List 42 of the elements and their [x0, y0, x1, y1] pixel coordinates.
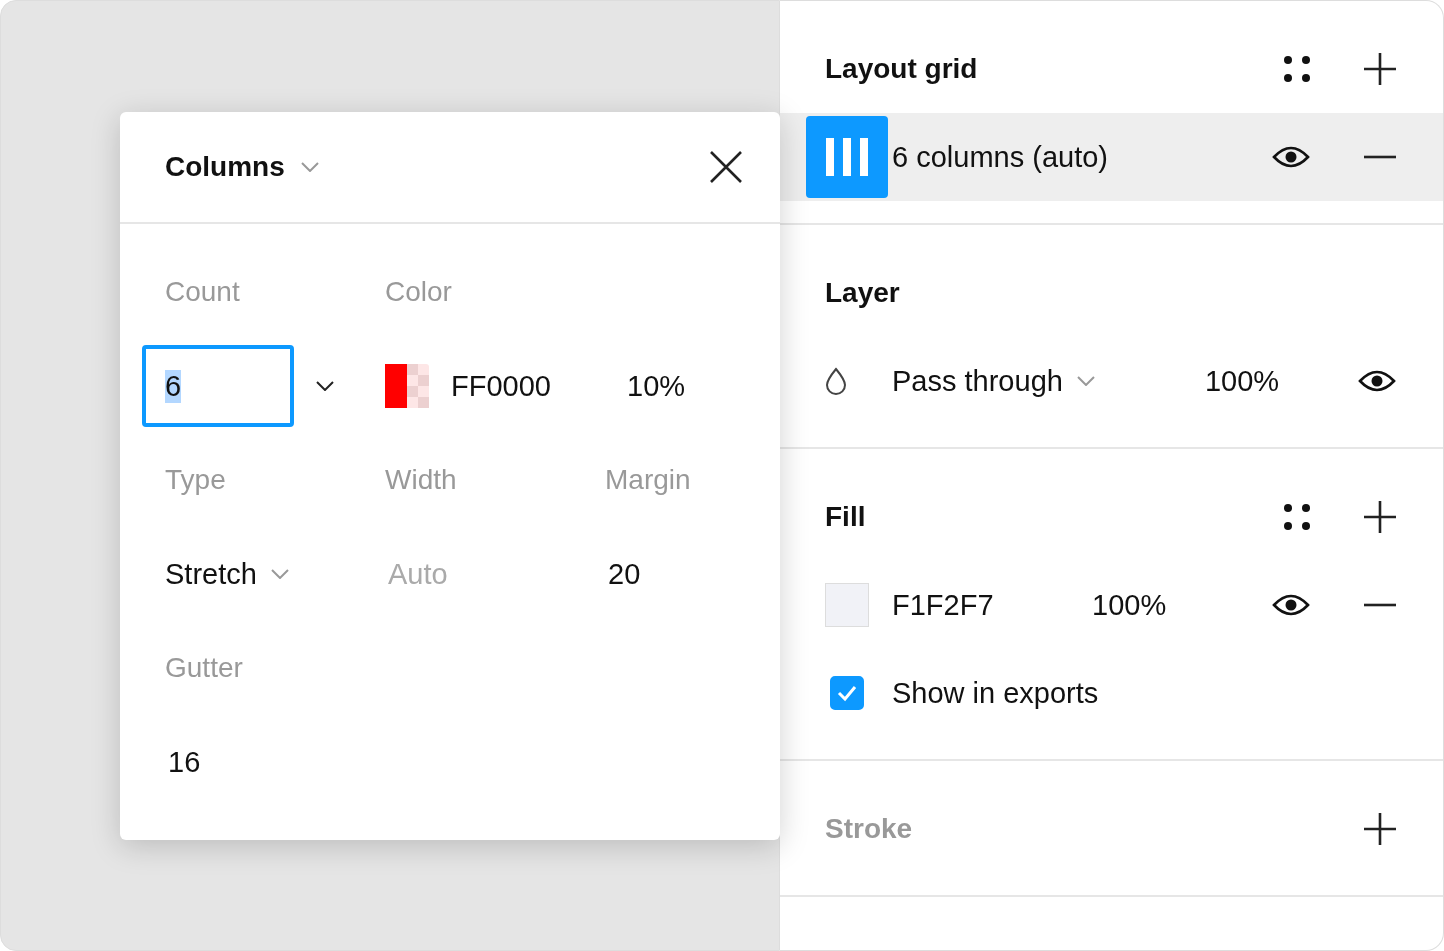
layout-grid-item[interactable]: 6 columns (auto) — [780, 113, 1443, 201]
count-field[interactable]: 6 — [142, 345, 294, 427]
field-label: Count — [165, 276, 241, 308]
type-dropdown[interactable]: Stretch — [165, 557, 289, 591]
opacity-value[interactable]: 100% — [1204, 364, 1280, 398]
section-title: Layer — [825, 277, 900, 309]
section-title: Layout grid — [825, 53, 978, 85]
drop-icon — [825, 367, 847, 395]
grid-dots-icon[interactable] — [1284, 504, 1310, 530]
plus-icon[interactable] — [1364, 501, 1396, 533]
grid-type-dropdown[interactable]: Columns — [165, 151, 319, 183]
checkbox-label: Show in exports — [892, 676, 1099, 710]
fill-swatch[interactable] — [825, 583, 869, 627]
field-label: Margin — [605, 464, 692, 496]
minus-icon[interactable] — [1364, 603, 1396, 607]
plus-icon[interactable] — [1364, 53, 1396, 85]
fill-hex-value[interactable]: F1F2F7 — [892, 588, 1092, 622]
opacity-value[interactable]: 10% — [627, 369, 686, 403]
columns-icon[interactable] — [806, 116, 888, 198]
plus-icon[interactable] — [1364, 813, 1396, 845]
field-label: Type — [165, 464, 227, 496]
gutter-field[interactable]: 16 — [168, 745, 201, 779]
blend-mode-dropdown[interactable]: Pass through — [892, 364, 1095, 398]
eye-icon[interactable] — [1358, 369, 1396, 393]
field-label: Width — [385, 464, 458, 496]
check-icon — [836, 684, 858, 702]
color-swatch[interactable] — [385, 364, 429, 408]
close-icon[interactable] — [710, 151, 742, 183]
grid-label: 6 columns (auto) — [892, 140, 1108, 174]
eye-icon[interactable] — [1272, 145, 1310, 169]
minus-icon[interactable] — [1364, 155, 1396, 159]
margin-field[interactable]: 20 — [608, 557, 641, 591]
checkbox[interactable] — [830, 676, 864, 710]
color-hex-value[interactable]: FF0000 — [451, 369, 551, 403]
chevron-down-icon[interactable] — [316, 381, 334, 391]
opacity-value[interactable]: 100% — [1092, 588, 1167, 622]
field-label: Color — [385, 276, 453, 308]
field-label: Gutter — [165, 652, 244, 684]
section-title: Stroke — [825, 813, 913, 845]
section-title: Fill — [825, 501, 866, 533]
grid-dots-icon[interactable] — [1284, 56, 1310, 82]
eye-icon[interactable] — [1272, 593, 1310, 617]
